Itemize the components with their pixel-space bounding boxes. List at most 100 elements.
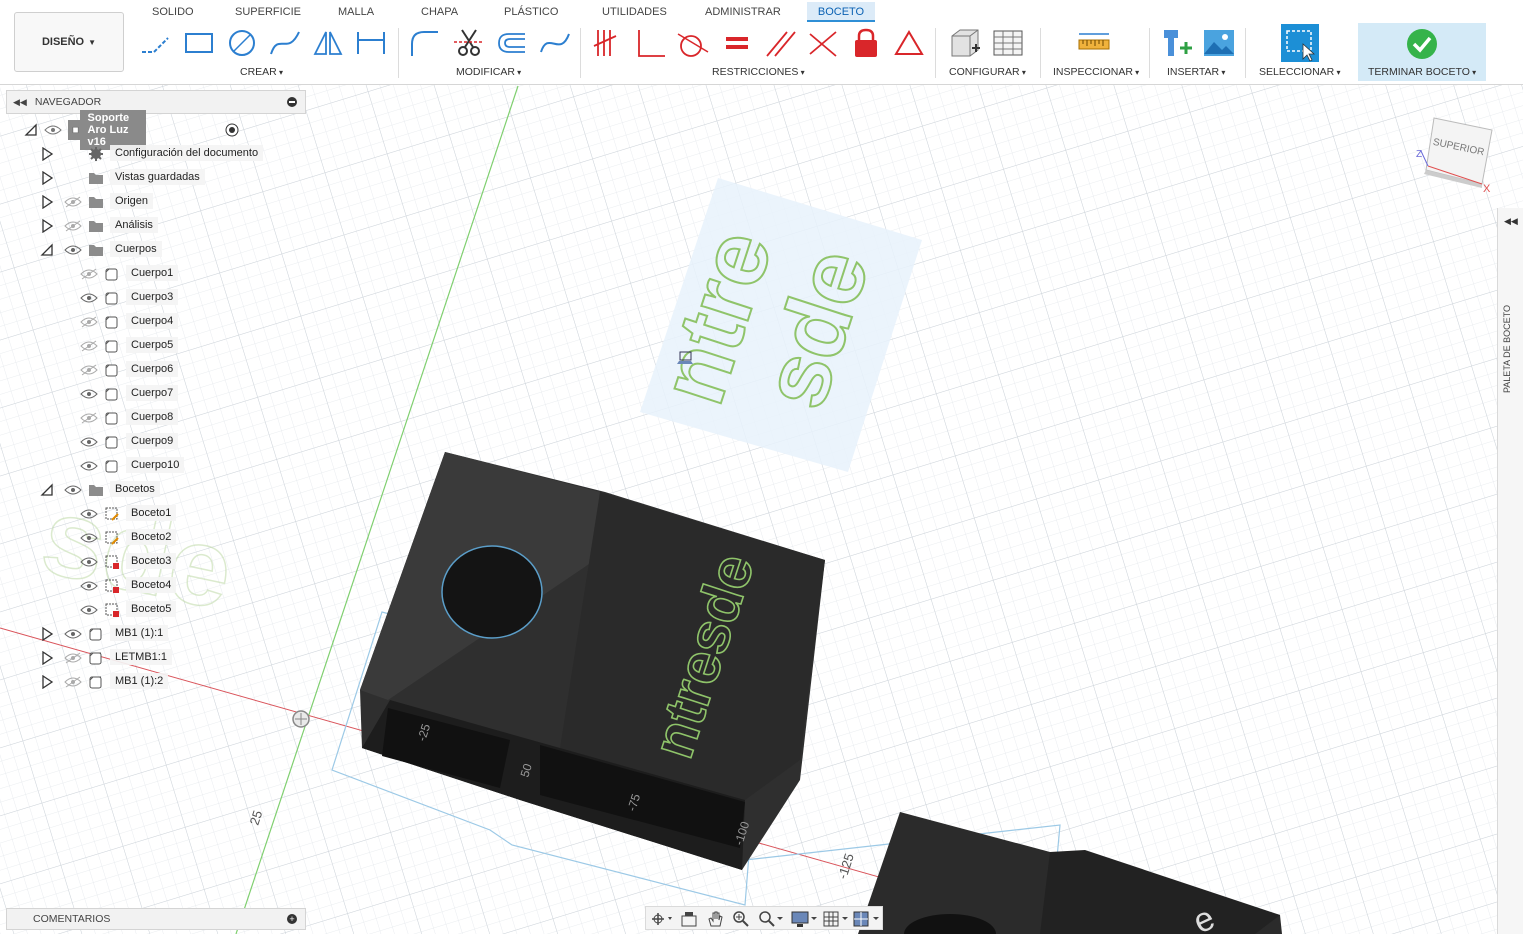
- activate-radio-icon[interactable]: [225, 123, 239, 137]
- eye-icon[interactable]: [80, 556, 98, 568]
- viewport-canvas[interactable]: ntre sde sde ntresde e 25 -25 50 -75: [0, 85, 1523, 934]
- circle-tool-icon[interactable]: [225, 26, 259, 60]
- table-settings-icon[interactable]: [991, 26, 1025, 60]
- line-tool-icon[interactable]: [138, 26, 172, 60]
- tab-boceto[interactable]: BOCETO: [807, 2, 875, 22]
- eye-icon[interactable]: [80, 388, 98, 400]
- offset-tool-icon[interactable]: [495, 26, 529, 60]
- eye-icon[interactable]: [64, 628, 82, 640]
- orbit-icon[interactable]: [650, 911, 674, 927]
- look-at-icon[interactable]: [680, 911, 698, 927]
- tab-solido[interactable]: SOLIDO: [146, 2, 200, 22]
- tab-plastico[interactable]: PLÁSTICO: [498, 2, 564, 22]
- expand-down-icon[interactable]: [40, 483, 54, 497]
- expand-down-icon[interactable]: [24, 123, 38, 137]
- collapse-panel-icon[interactable]: [287, 97, 297, 107]
- lock-constraint-icon[interactable]: [849, 26, 883, 60]
- pan-hand-icon[interactable]: [706, 910, 724, 928]
- coincident-constraint-icon[interactable]: [590, 26, 624, 60]
- group-insertar-label[interactable]: INSERTAR: [1167, 66, 1225, 78]
- insert-image-icon[interactable]: [1202, 26, 1236, 60]
- expand-right-icon[interactable]: [40, 627, 54, 641]
- expand-right-icon[interactable]: [40, 651, 54, 665]
- expand-right-icon[interactable]: [40, 171, 54, 185]
- eye-icon[interactable]: [44, 124, 62, 136]
- trim-scissors-icon[interactable]: [452, 26, 486, 60]
- group-restricciones-label[interactable]: RESTRICCIONES: [712, 66, 805, 78]
- dimension-tool-icon[interactable]: [354, 26, 388, 60]
- tree-item-label: Cuerpo1: [126, 265, 179, 281]
- body-icon: [105, 412, 118, 425]
- equal-constraint-icon[interactable]: [720, 26, 754, 60]
- eye-icon[interactable]: [80, 292, 98, 304]
- tab-malla[interactable]: MALLA: [332, 2, 380, 22]
- eye-hidden-icon[interactable]: [64, 220, 82, 232]
- tab-chapa[interactable]: CHAPA: [415, 2, 464, 22]
- group-seleccionar-label[interactable]: SELECCIONAR: [1259, 66, 1341, 78]
- tangent-constraint-icon[interactable]: [676, 26, 710, 60]
- eye-hidden-icon[interactable]: [80, 268, 98, 280]
- measure-ruler-icon[interactable]: [1077, 26, 1111, 60]
- sketch-settings-icon[interactable]: [948, 26, 982, 60]
- workspace-switcher[interactable]: DISEÑO ▼: [14, 12, 124, 72]
- expand-down-icon[interactable]: [40, 243, 54, 257]
- tree-item-label: Cuerpo9: [126, 433, 179, 449]
- tab-superficie[interactable]: SUPERFICIE: [229, 2, 307, 22]
- expand-right-icon[interactable]: [40, 675, 54, 689]
- display-settings-icon[interactable]: [790, 910, 818, 928]
- collapse-left-icon[interactable]: ◀◀: [13, 97, 27, 108]
- zoom-window-icon[interactable]: [758, 910, 784, 928]
- eye-icon[interactable]: [64, 484, 82, 496]
- eye-icon[interactable]: [80, 460, 98, 472]
- parallel-constraint-icon[interactable]: [763, 26, 797, 60]
- group-terminar-label[interactable]: TERMINAR BOCETO: [1368, 66, 1476, 78]
- eye-hidden-icon[interactable]: [80, 340, 98, 352]
- group-modificar-label[interactable]: MODIFICAR: [456, 66, 521, 78]
- viewports-icon[interactable]: [852, 910, 882, 928]
- tab-administrar[interactable]: ADMINISTRAR: [699, 2, 787, 22]
- insert-component-icon[interactable]: [1160, 26, 1194, 60]
- group-crear-label[interactable]: CREAR: [240, 66, 283, 78]
- group-configurar-label[interactable]: CONFIGURAR: [949, 66, 1026, 78]
- eye-hidden-icon[interactable]: [64, 196, 82, 208]
- comments-bar[interactable]: COMENTARIOS +: [6, 908, 306, 930]
- eye-icon[interactable]: [80, 532, 98, 544]
- fillet-tool-icon[interactable]: [408, 26, 442, 60]
- collapse-right-icon[interactable]: ◀◀: [1504, 216, 1518, 227]
- expand-right-icon[interactable]: [40, 219, 54, 233]
- zoom-icon[interactable]: [732, 910, 750, 928]
- eye-hidden-icon[interactable]: [64, 652, 82, 664]
- add-comment-icon[interactable]: +: [287, 914, 297, 924]
- eye-hidden-icon[interactable]: [80, 316, 98, 328]
- expand-right-icon[interactable]: [40, 195, 54, 209]
- eye-icon[interactable]: [80, 580, 98, 592]
- sketch-icon: [105, 507, 119, 521]
- triangle-constraint-icon[interactable]: [892, 26, 926, 60]
- body-icon: [105, 436, 118, 449]
- eye-icon[interactable]: [80, 436, 98, 448]
- tree-item-label: MB1 (1):2: [110, 673, 169, 689]
- spline-tool-icon[interactable]: [268, 26, 302, 60]
- select-box-icon[interactable]: [1281, 24, 1319, 62]
- mirror-tool-icon[interactable]: [311, 26, 345, 60]
- eye-hidden-icon[interactable]: [80, 412, 98, 424]
- sketch-lock-icon: [105, 555, 119, 569]
- tree-item-label: Cuerpo8: [126, 409, 179, 425]
- expand-right-icon[interactable]: [40, 147, 54, 161]
- rectangle-tool-icon[interactable]: [182, 26, 216, 60]
- eye-icon[interactable]: [64, 244, 82, 256]
- eye-icon[interactable]: [80, 604, 98, 616]
- eye-icon[interactable]: [80, 508, 98, 520]
- eye-hidden-icon[interactable]: [64, 676, 82, 688]
- collinear-constraint-icon[interactable]: [806, 26, 840, 60]
- eye-hidden-icon[interactable]: [80, 364, 98, 376]
- tab-utilidades[interactable]: UTILIDADES: [596, 2, 673, 22]
- perpendicular-constraint-icon[interactable]: [633, 26, 667, 60]
- body-hole[interactable]: [441, 545, 543, 639]
- group-inspeccionar-label[interactable]: INSPECCIONAR: [1053, 66, 1139, 78]
- body-icon: [105, 460, 118, 473]
- origin-marker[interactable]: [292, 710, 310, 728]
- body-icon: [105, 292, 118, 305]
- grid-settings-icon[interactable]: [822, 910, 850, 928]
- curve-tool-icon[interactable]: [538, 26, 572, 60]
